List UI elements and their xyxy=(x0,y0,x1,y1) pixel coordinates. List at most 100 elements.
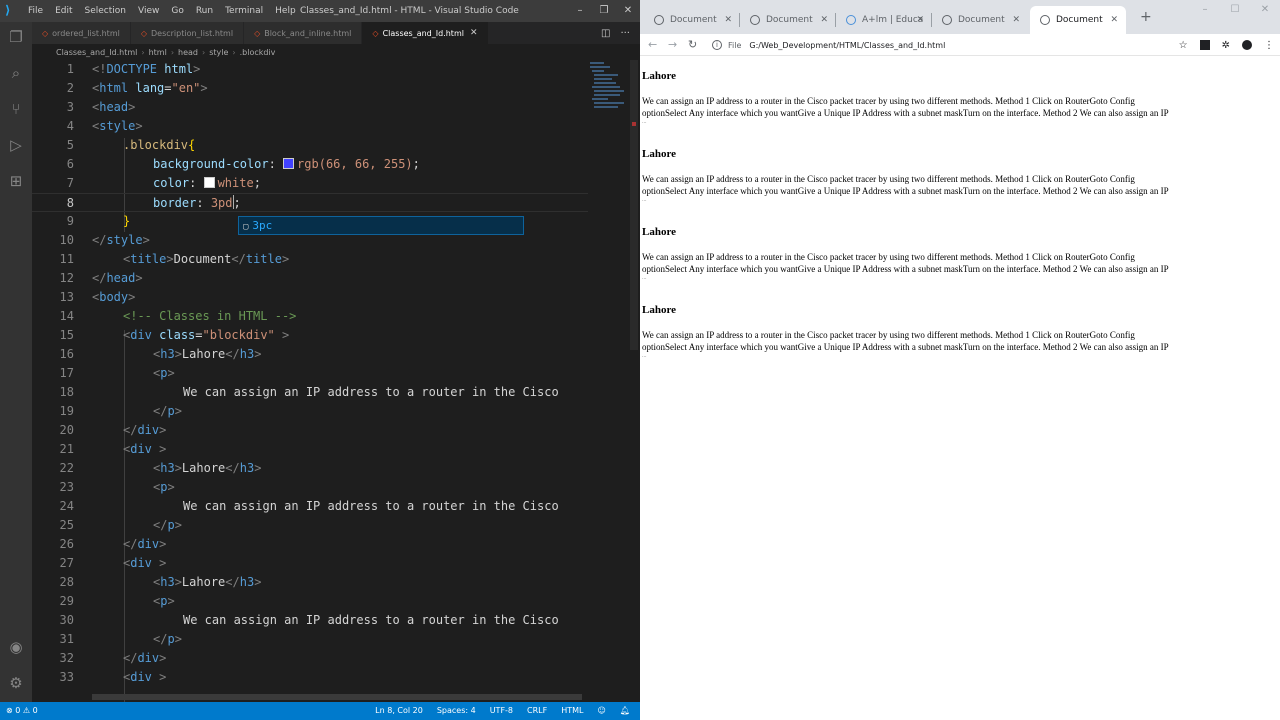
restore-icon[interactable]: ❐ xyxy=(592,0,616,22)
maximize-icon[interactable]: ☐ xyxy=(1220,0,1250,24)
reload-icon[interactable]: ↻ xyxy=(688,34,697,56)
minimap-line xyxy=(590,62,604,64)
activity-bar: ❐ ⌕ ⑂ ▷ ⊞ ◉ ⚙ xyxy=(0,22,32,702)
search-icon[interactable]: ⌕ xyxy=(0,58,32,88)
block-paragraph: We can assign an IP address to a router … xyxy=(642,329,1278,359)
menu-view[interactable]: View xyxy=(138,6,159,16)
token: title xyxy=(130,252,167,266)
tab-close-icon[interactable]: ✕ xyxy=(820,15,828,25)
tab-close-icon[interactable]: ✕ xyxy=(1012,15,1020,25)
close-icon[interactable]: ✕ xyxy=(616,0,640,22)
color-swatch-blue[interactable] xyxy=(283,158,295,169)
tab-close-icon[interactable]: ✕ xyxy=(724,15,732,25)
line-number: 31 xyxy=(59,632,74,646)
token: <! xyxy=(92,62,107,76)
code-line: 23 <p> xyxy=(32,478,588,497)
gear-icon[interactable]: ⚙ xyxy=(0,668,32,698)
scrollbar-thumb[interactable] xyxy=(630,60,638,350)
token: > xyxy=(193,62,201,76)
line-ending[interactable]: CRLF xyxy=(527,702,547,720)
tab-description-list[interactable]: ◇ Description_list.html xyxy=(130,22,245,44)
code-line: 31 </p> xyxy=(32,630,588,649)
minimize-icon[interactable]: – xyxy=(568,0,592,22)
tab-close-icon[interactable]: ✕ xyxy=(470,28,478,38)
breadcrumb-style[interactable]: style xyxy=(209,48,228,57)
paragraph-line: We can assign an IP address to a router … xyxy=(642,330,1135,340)
encoding[interactable]: UTF-8 xyxy=(490,702,513,720)
breadcrumb-html[interactable]: html xyxy=(149,48,167,57)
run-debug-icon[interactable]: ▷ xyxy=(0,130,32,160)
minimize-icon[interactable]: – xyxy=(1190,0,1220,24)
back-icon[interactable]: ← xyxy=(648,34,657,56)
bell-icon[interactable]: 🔔︎ xyxy=(620,702,630,720)
split-editor-icon[interactable]: ◫ xyxy=(601,28,610,39)
forward-icon[interactable]: → xyxy=(668,34,677,56)
new-tab-icon[interactable]: + xyxy=(1140,9,1152,25)
close-icon[interactable]: ✕ xyxy=(1250,0,1280,24)
tab-block-and-inline[interactable]: ◇ Block_and_inline.html xyxy=(244,22,363,44)
browser-tab[interactable]: Document ✕ xyxy=(932,6,1028,34)
tab-ordered-list[interactable]: ◇ ordered_list.html xyxy=(32,22,131,44)
tab-close-icon[interactable]: ✕ xyxy=(916,15,924,25)
kebab-menu-icon[interactable]: ⋮ xyxy=(1264,40,1274,51)
code-line: 27 <div > xyxy=(32,554,588,573)
extension-icon[interactable] xyxy=(1199,40,1210,50)
breadcrumb-selector[interactable]: .blockdiv xyxy=(240,48,276,57)
star-icon[interactable]: ☆ xyxy=(1179,40,1188,51)
menu-run[interactable]: Run xyxy=(196,6,213,16)
account-icon[interactable]: ◉ xyxy=(0,632,32,662)
code-line: 13 <body> xyxy=(32,288,588,307)
color-swatch-white[interactable] xyxy=(203,177,215,188)
source-control-icon[interactable]: ⑂ xyxy=(0,94,32,124)
code-line: 30 We can assign an IP address to a route… xyxy=(32,611,588,630)
globe-icon xyxy=(942,15,952,25)
minimap[interactable] xyxy=(588,60,628,140)
tab-close-icon[interactable]: ✕ xyxy=(1110,15,1118,25)
address-bar[interactable]: i File G:/Web_Development/HTML/Classes_a… xyxy=(712,36,1166,54)
suggestion-label: 3pc xyxy=(252,219,273,232)
menu-help[interactable]: Help xyxy=(275,6,296,16)
token: color xyxy=(153,176,190,190)
explorer-icon[interactable]: ❐ xyxy=(0,22,32,52)
code-line: 12 </head> xyxy=(32,269,588,288)
profile-avatar[interactable] xyxy=(1242,40,1252,50)
language-mode[interactable]: HTML xyxy=(561,702,583,720)
globe-icon xyxy=(654,15,664,25)
line-number: 14 xyxy=(59,309,74,323)
paragraph-line: ... xyxy=(642,275,647,281)
token: head xyxy=(106,271,136,285)
tab-classes-and-id[interactable]: ◇ Classes_and_Id.html ✕ xyxy=(362,22,489,44)
puzzle-icon[interactable]: ✲ xyxy=(1222,40,1230,51)
horizontal-scrollbar[interactable] xyxy=(92,694,582,700)
browser-tab[interactable]: Document ✕ xyxy=(740,6,836,34)
vscode-titlebar: ⟩ File Edit Selection View Go Run Termin… xyxy=(0,0,640,22)
browser-tab[interactable]: Document ✕ xyxy=(644,6,740,34)
cursor-position[interactable]: Ln 8, Col 20 xyxy=(375,702,423,720)
menu-file[interactable]: File xyxy=(28,6,43,16)
menu-terminal[interactable]: Terminal xyxy=(225,6,263,16)
indentation[interactable]: Spaces: 4 xyxy=(437,702,476,720)
tab-label: ordered_list.html xyxy=(52,28,120,38)
info-icon[interactable]: i xyxy=(712,40,722,50)
editor-scrollbar[interactable] xyxy=(628,60,640,702)
breadcrumb-head[interactable]: head xyxy=(178,48,198,57)
feedback-icon[interactable]: ☺ xyxy=(598,702,606,720)
browser-tab-active[interactable]: Document ✕ xyxy=(1030,6,1126,34)
extensions-icon[interactable]: ⊞ xyxy=(0,166,32,196)
token: <!-- Classes in HTML --> xyxy=(123,309,297,323)
autocomplete-suggestion[interactable]: ▢ 3pc xyxy=(238,216,524,235)
code-editor[interactable]: 1 <!DOCTYPE html> 2 <html lang="en"> 3 <hea… xyxy=(32,60,588,702)
menu-selection[interactable]: Selection xyxy=(85,6,126,16)
code-line: 2 <html lang="en"> xyxy=(32,79,588,98)
more-actions-icon[interactable]: ··· xyxy=(620,28,630,39)
line-number: 15 xyxy=(59,328,74,342)
problems-indicator[interactable]: ⊗ 0 ⚠ 0 xyxy=(6,702,38,720)
browser-toolbar: ← → ↻ i File G:/Web_Development/HTML/Cla… xyxy=(640,34,1280,56)
browser-tab[interactable]: A+lm | Educa ✕ xyxy=(836,6,932,34)
menu-go[interactable]: Go xyxy=(171,6,183,16)
menu-edit[interactable]: Edit xyxy=(55,6,72,16)
minimap-line xyxy=(592,86,620,88)
breadcrumb-file[interactable]: Classes_and_Id.html xyxy=(56,48,137,57)
line-number: 18 xyxy=(59,385,74,399)
paragraph-line: optionSelect Any interface which you wan… xyxy=(642,186,1169,196)
